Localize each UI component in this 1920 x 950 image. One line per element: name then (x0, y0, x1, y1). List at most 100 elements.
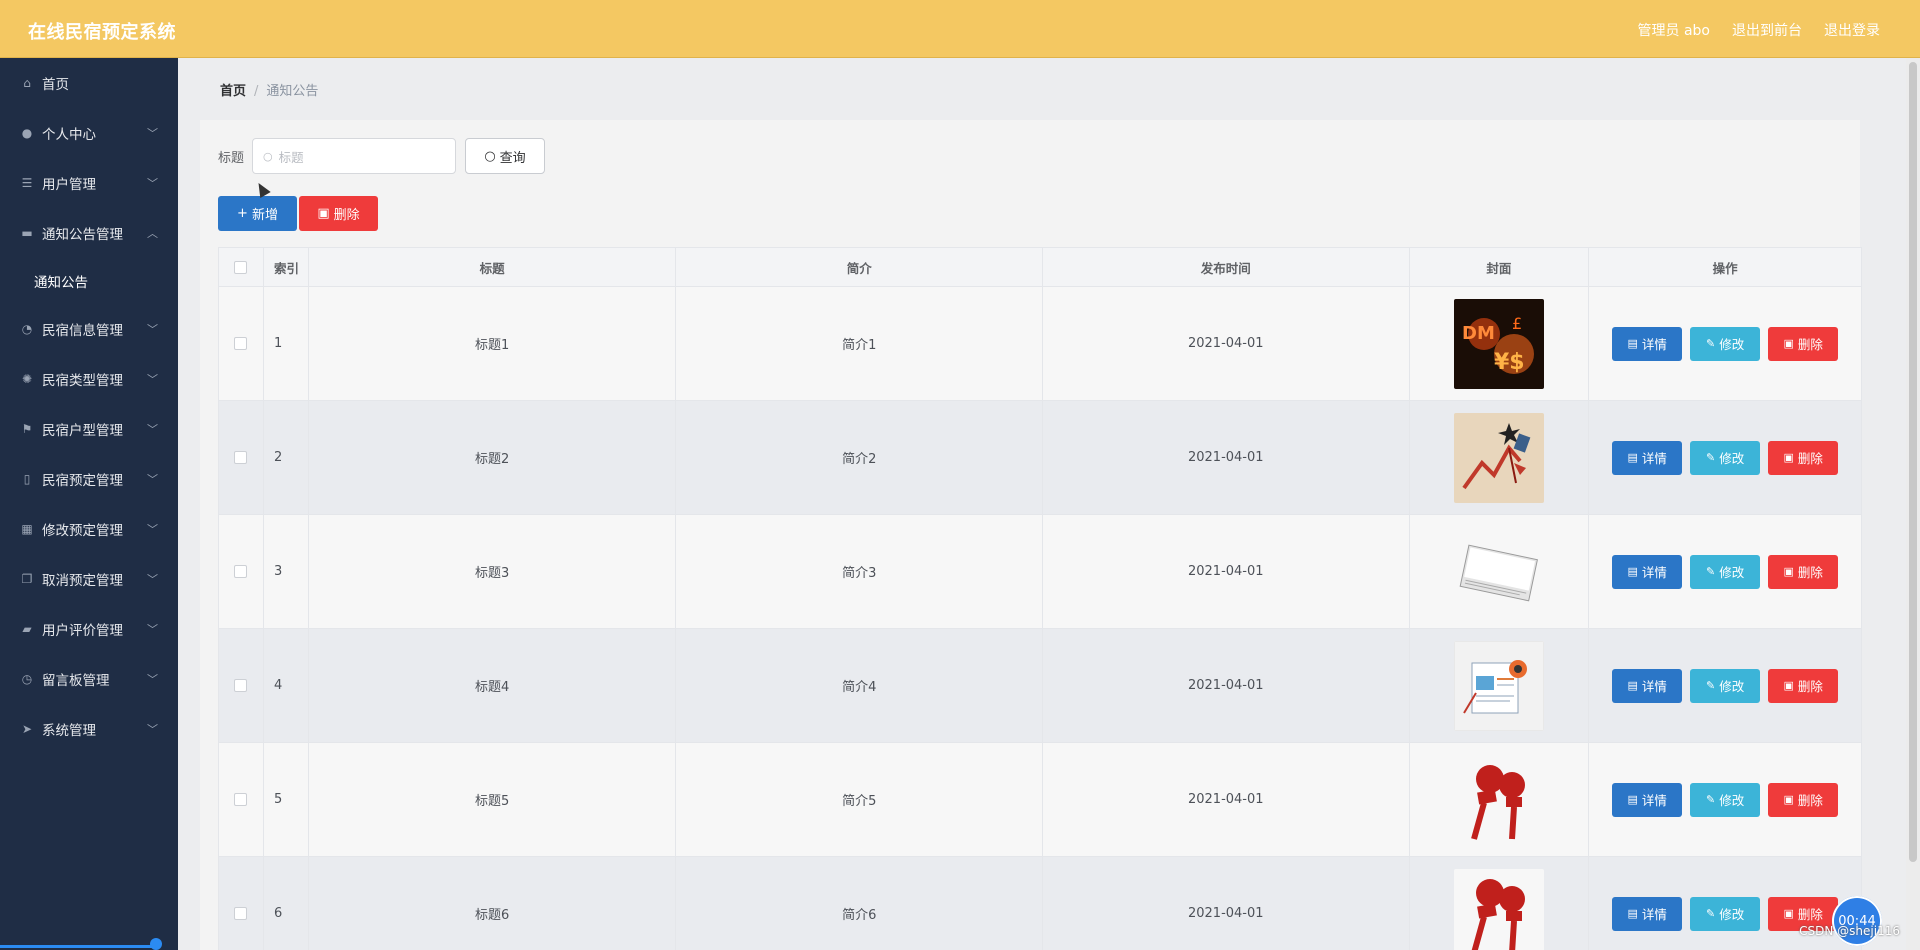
select-all-checkbox[interactable] (234, 260, 248, 274)
search-icon: ○ (263, 149, 273, 163)
chevron-down-icon: ﹀ (147, 473, 158, 486)
chevron-down-icon: ﹀ (147, 723, 158, 736)
front-link[interactable]: 退出到前台 (1732, 20, 1802, 40)
sidebar-item-home[interactable]: ⌂ 首页 (0, 58, 178, 108)
home-icon: ⌂ (23, 76, 31, 90)
detail-button[interactable]: ▤ 详情 (1612, 668, 1683, 703)
pencil-icon: ✎ (1706, 565, 1716, 578)
row-action-buttons: ▤ 详情 ✎ 修改 ▣ 删除 (1612, 554, 1839, 589)
notice-table: 索引 标题 简介 发布时间 封面 操作 1 标题1 简介1 2021-04-01 (218, 247, 1862, 950)
flag-icon: ⚑ (21, 422, 33, 436)
trash-icon: ▣ (1783, 451, 1794, 464)
trash-icon: ▣ (317, 206, 330, 221)
sidebar-item-label: 民宿预定管理 (42, 473, 123, 489)
add-button[interactable]: + 新增 (218, 196, 297, 231)
row-checkbox[interactable] (234, 337, 248, 350)
cover-image-chart-arrow (1453, 412, 1544, 503)
query-button-label: 查询 (499, 150, 526, 166)
pencil-icon: ✎ (1706, 337, 1716, 350)
row-select-cell (219, 857, 264, 950)
detail-button[interactable]: ▤ 详情 (1612, 782, 1683, 817)
row-actions: ▤ 详情 ✎ 修改 ▣ 删除 (1589, 287, 1861, 400)
edit-button[interactable]: ✎ 修改 (1690, 554, 1761, 589)
sidebar-item-room-type[interactable]: ⚑ 民宿户型管理 ﹀ (0, 404, 178, 454)
grid-icon: ▦ (21, 522, 33, 536)
detail-button[interactable]: ▤ 详情 (1612, 440, 1683, 475)
sidebar-item-messages[interactable]: ◷ 留言板管理 ﹀ (0, 654, 178, 704)
delete-label: 删除 (1797, 337, 1823, 352)
search-row: 标题 ○ 标题 ○ 查询 (218, 138, 546, 174)
row-time: 2021-04-01 (1043, 743, 1410, 856)
sidebar-item-homestay-info[interactable]: ◔ 民宿信息管理 ﹀ (0, 304, 178, 354)
delete-button[interactable]: ▣ 删除 (1768, 668, 1839, 703)
row-cover-cell (1410, 629, 1590, 742)
row-checkbox[interactable] (234, 907, 248, 920)
row-checkbox[interactable] (234, 451, 248, 464)
breadcrumb: 首页 / 通知公告 (220, 80, 318, 99)
delete-label: 删除 (1797, 565, 1823, 580)
chevron-up-icon: ︿ (147, 227, 158, 240)
sidebar-item-label: 通知公告管理 (42, 227, 123, 243)
copy-icon: ❐ (21, 572, 33, 586)
chevron-down-icon: ﹀ (147, 673, 158, 686)
sidebar-item-homestay-type[interactable]: ✺ 民宿类型管理 ﹀ (0, 354, 178, 404)
delete-button[interactable]: ▣ 删除 (1768, 782, 1839, 817)
edit-button[interactable]: ✎ 修改 (1690, 440, 1761, 475)
scrollbar-thumb[interactable] (1909, 62, 1917, 862)
breadcrumb-home[interactable]: 首页 (220, 84, 246, 99)
row-time: 2021-04-01 (1043, 515, 1410, 628)
recording-timer: 00:44 (1832, 896, 1882, 946)
sidebar-item-notice-mgmt[interactable]: ▬ 通知公告管理 ︿ (0, 208, 178, 258)
sidebar-item-personal[interactable]: ● 个人中心 ﹀ (0, 108, 178, 158)
admin-label: 管理员 abo (1637, 23, 1710, 39)
progress-line (0, 945, 158, 948)
delete-button[interactable]: ▣ 删除 (1768, 326, 1839, 361)
delete-button[interactable]: ▣ 删除 (1768, 554, 1839, 589)
edit-button[interactable]: ✎ 修改 (1690, 326, 1761, 361)
app-title: 在线民宿预定系统 (28, 22, 176, 43)
logout-link[interactable]: 退出登录 (1824, 20, 1880, 40)
edit-label: 修改 (1719, 451, 1745, 466)
detail-button[interactable]: ▤ 详情 (1612, 554, 1683, 589)
document-icon: ▤ (1627, 793, 1638, 806)
row-time: 2021-04-01 (1043, 857, 1410, 950)
mic-icon: ▯ (23, 472, 31, 486)
delete-button[interactable]: ▣ 删除 (1768, 440, 1839, 475)
sidebar-item-cancel-booking[interactable]: ❐ 取消预定管理 ﹀ (0, 554, 178, 604)
sidebar-item-label: 个人中心 (42, 127, 96, 143)
row-title: 标题5 (309, 743, 677, 856)
header-index: 索引 (264, 248, 309, 286)
gauge-icon: ◔ (21, 322, 33, 336)
edit-label: 修改 (1719, 679, 1745, 694)
cover-image-microphones (1453, 754, 1544, 845)
search-input[interactable]: ○ 标题 (252, 138, 457, 174)
batch-delete-button[interactable]: ▣ 删除 (299, 196, 378, 231)
sidebar-item-system[interactable]: ➤ 系统管理 ﹀ (0, 704, 178, 754)
sidebar-subitem-notice[interactable]: 通知公告 (0, 258, 178, 304)
sidebar-item-reviews[interactable]: ▰ 用户评价管理 ﹀ (0, 604, 178, 654)
table-row: 5 标题5 简介5 2021-04-01 ▤ 详情 ✎ 修改 ▣ 删除 (219, 743, 1861, 857)
edit-button[interactable]: ✎ 修改 (1690, 668, 1761, 703)
trash-icon: ▣ (1783, 907, 1794, 920)
page-scrollbar[interactable] (1906, 58, 1920, 950)
table-row: 1 标题1 简介1 2021-04-01 DM ¥$ £ ▤ 详情 ✎ 修改 ▣… (219, 287, 1861, 401)
edit-button[interactable]: ✎ 修改 (1690, 782, 1761, 817)
row-select-cell (219, 287, 264, 400)
query-button[interactable]: ○ 查询 (465, 138, 546, 174)
header-cover: 封面 (1410, 248, 1590, 286)
row-time: 2021-04-01 (1043, 401, 1410, 514)
row-checkbox[interactable] (234, 565, 248, 578)
detail-button[interactable]: ▤ 详情 (1612, 326, 1683, 361)
sidebar-item-modify-booking[interactable]: ▦ 修改预定管理 ﹀ (0, 504, 178, 554)
detail-button[interactable]: ▤ 详情 (1612, 896, 1683, 931)
row-checkbox[interactable] (234, 793, 248, 806)
row-title: 标题3 (309, 515, 677, 628)
svg-text:DM: DM (1462, 323, 1495, 344)
edit-button[interactable]: ✎ 修改 (1690, 896, 1761, 931)
sidebar-item-booking[interactable]: ▯ 民宿预定管理 ﹀ (0, 454, 178, 504)
row-checkbox[interactable] (234, 679, 248, 692)
row-brief: 简介3 (676, 515, 1043, 628)
briefcase-icon: ▬ (21, 226, 33, 240)
row-index: 2 (264, 401, 309, 514)
sidebar-item-users[interactable]: ☰ 用户管理 ﹀ (0, 158, 178, 208)
